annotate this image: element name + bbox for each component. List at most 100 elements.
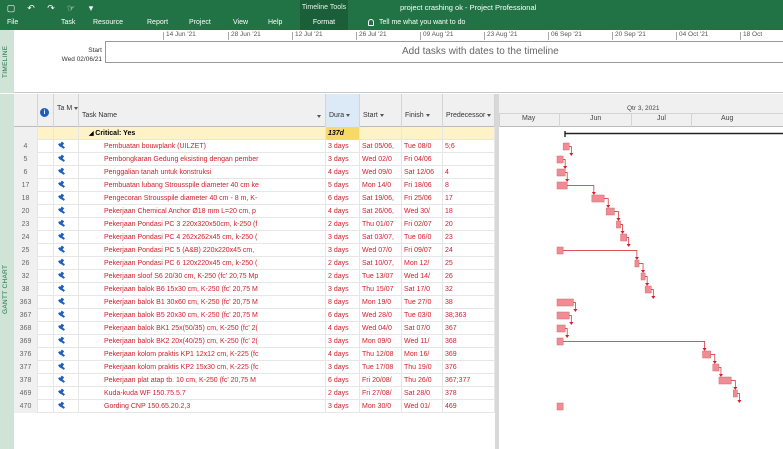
task-mode-cell[interactable] bbox=[54, 400, 79, 413]
task-bar[interactable] bbox=[620, 233, 627, 242]
duration-cell[interactable]: 4 days bbox=[326, 348, 360, 361]
task-row[interactable]: 377 Pekerjaan kolom praktis KP2 15x30 cm,… bbox=[14, 361, 495, 374]
task-mode-cell[interactable] bbox=[54, 244, 79, 257]
start-cell[interactable]: Sat 10/07, bbox=[360, 257, 402, 270]
finish-cell[interactable]: Wed 30/ bbox=[402, 205, 443, 218]
task-name-cell[interactable]: Penggalian tanah untuk konstruksi bbox=[79, 166, 326, 179]
finish-cell[interactable]: Wed 01/ bbox=[402, 400, 443, 413]
finish-cell[interactable]: Fri 25/06 bbox=[402, 192, 443, 205]
task-mode-cell[interactable] bbox=[54, 205, 79, 218]
finish-cell[interactable]: Sat 12/06 bbox=[402, 166, 443, 179]
task-mode-cell[interactable] bbox=[54, 140, 79, 153]
row-id-cell[interactable]: 377 bbox=[14, 361, 38, 374]
predecessors-cell[interactable]: 469 bbox=[443, 400, 495, 413]
task-name-cell[interactable]: Pekerjaan plat atap tb. 10 cm, K-250 (fc… bbox=[79, 374, 326, 387]
duration-cell[interactable]: 3 days bbox=[326, 244, 360, 257]
task-row[interactable]: 18 Pengecoran Strousspile diameter 40 cm … bbox=[14, 192, 495, 205]
task-bar[interactable] bbox=[556, 155, 564, 164]
start-cell[interactable]: Fri 27/08/ bbox=[360, 387, 402, 400]
task-name-cell[interactable]: Pekerjaan kolom praktis KP1 12x12 cm, K-… bbox=[79, 348, 326, 361]
predecessors-cell[interactable]: 38 bbox=[443, 296, 495, 309]
task-bar[interactable] bbox=[556, 246, 564, 255]
row-id-cell[interactable]: 23 bbox=[14, 218, 38, 231]
start-cell[interactable]: Thu 12/08 bbox=[360, 348, 402, 361]
start-cell[interactable]: Sat 05/06, bbox=[360, 140, 402, 153]
finish-cell[interactable]: Fri 18/06 bbox=[402, 179, 443, 192]
row-id-cell[interactable]: 20 bbox=[14, 205, 38, 218]
finish-cell[interactable]: Mon 12/ bbox=[402, 257, 443, 270]
task-bar[interactable] bbox=[733, 389, 738, 398]
task-name-cell[interactable]: Pekerjaan kolom praktis KP2 15x30 cm, K-… bbox=[79, 361, 326, 374]
duration-cell[interactable]: 6 days bbox=[326, 374, 360, 387]
finish-column-header[interactable]: Finish bbox=[402, 94, 443, 127]
start-cell[interactable]: Fri 20/08/ bbox=[360, 374, 402, 387]
duration-cell[interactable]: 6 days bbox=[326, 309, 360, 322]
duration-cell[interactable]: 2 days bbox=[326, 257, 360, 270]
task-mode-cell[interactable] bbox=[54, 335, 79, 348]
task-mode-cell[interactable] bbox=[54, 218, 79, 231]
duration-cell[interactable]: 3 days bbox=[326, 231, 360, 244]
start-cell[interactable]: Wed 28/0 bbox=[360, 309, 402, 322]
task-name-cell[interactable]: Pekerjaan balok BK2 20x(40/25) cm, K-250… bbox=[79, 335, 326, 348]
start-cell[interactable]: Sat 03/07, bbox=[360, 231, 402, 244]
predecessors-cell[interactable]: 367;377 bbox=[443, 374, 495, 387]
predecessors-cell[interactable] bbox=[443, 153, 495, 166]
task-row[interactable]: 32 Pekerjaan sloof S6 20/30 cm, K-250 (fc… bbox=[14, 270, 495, 283]
predecessors-cell[interactable]: 369 bbox=[443, 348, 495, 361]
task-mode-cell[interactable] bbox=[54, 270, 79, 283]
task-mode-cell[interactable] bbox=[54, 153, 79, 166]
row-id-cell[interactable]: 469 bbox=[14, 387, 38, 400]
task-row[interactable]: 25 Pekerjaan Pondasi PC 5 (A&B) 220x220x4… bbox=[14, 244, 495, 257]
summary-name-cell[interactable]: ◢ Critical: Yes bbox=[79, 127, 326, 140]
task-name-cell[interactable]: Pekerjaan balok B1 30x60 cm, K-250 (fc' … bbox=[79, 296, 326, 309]
duration-cell[interactable]: 2 days bbox=[326, 270, 360, 283]
predecessors-cell[interactable]: 17 bbox=[443, 192, 495, 205]
predecessors-cell[interactable]: 20 bbox=[443, 218, 495, 231]
finish-cell[interactable]: Sat 17/0 bbox=[402, 283, 443, 296]
duration-cell[interactable]: 6 days bbox=[326, 192, 360, 205]
finish-cell[interactable]: Tue 08/0 bbox=[402, 140, 443, 153]
task-row[interactable]: 363 Pekerjaan balok B1 30x60 cm, K-250 (f… bbox=[14, 296, 495, 309]
task-row[interactable]: 469 Kuda-kuda WF 150.75.5.7 2 days Fri 27/0… bbox=[14, 387, 495, 400]
task-name-cell[interactable]: Pengecoran Strousspile diameter 40 cm - … bbox=[79, 192, 326, 205]
task-bar[interactable] bbox=[718, 376, 732, 385]
row-id-cell[interactable]: 5 bbox=[14, 153, 38, 166]
task-bar[interactable] bbox=[556, 311, 570, 320]
predecessors-cell[interactable]: 368 bbox=[443, 335, 495, 348]
task-name-cell[interactable]: Pekerjaan Pondasi PC 5 (A&B) 220x220x45 … bbox=[79, 244, 326, 257]
task-row[interactable]: 376 Pekerjaan kolom praktis KP1 12x12 cm,… bbox=[14, 348, 495, 361]
row-id-cell[interactable]: 363 bbox=[14, 296, 38, 309]
row-id-cell[interactable]: 367 bbox=[14, 309, 38, 322]
tab-task[interactable]: Task bbox=[61, 15, 75, 30]
save-icon[interactable]: ▢ bbox=[6, 3, 16, 13]
task-bar[interactable] bbox=[562, 142, 570, 151]
row-id-cell[interactable] bbox=[14, 127, 38, 140]
duration-cell[interactable]: 8 days bbox=[326, 296, 360, 309]
task-name-cell[interactable]: Pekerjaan Pondasi PC 6 120x220x45 cm, k-… bbox=[79, 257, 326, 270]
timeline-bar[interactable]: Add tasks with dates to the timeline bbox=[105, 41, 783, 63]
duration-cell[interactable]: 3 days bbox=[326, 335, 360, 348]
task-name-cell[interactable]: Pembuatan lubang Strousspile diameter 40… bbox=[79, 179, 326, 192]
start-cell[interactable]: Sat 19/06, bbox=[360, 192, 402, 205]
task-name-column-header[interactable]: Task Name bbox=[79, 94, 326, 127]
task-mode-column-header[interactable]: Ta M bbox=[54, 94, 79, 127]
predecessors-cell[interactable]: 5;6 bbox=[443, 140, 495, 153]
task-name-cell[interactable]: Pekerjaan sloof S6 20/30 cm, K-250 (fc' … bbox=[79, 270, 326, 283]
summary-duration-cell[interactable]: 137d bbox=[326, 127, 360, 140]
task-mode-cell[interactable] bbox=[54, 374, 79, 387]
start-cell[interactable]: Wed 04/0 bbox=[360, 322, 402, 335]
task-row[interactable]: 5 Pembongkaran Gedung eksisting dengan pe… bbox=[14, 153, 495, 166]
tab-help[interactable]: Help bbox=[268, 15, 282, 30]
row-id-cell[interactable]: 24 bbox=[14, 231, 38, 244]
touch-mode-icon[interactable]: ☞ bbox=[66, 3, 76, 13]
task-name-cell[interactable]: Pekerjaan Pondasi PC 3 220x320x50cm, k-2… bbox=[79, 218, 326, 231]
finish-cell[interactable]: Sat 28/0 bbox=[402, 387, 443, 400]
task-row[interactable]: 24 Pekerjaan Pondasi PC 4 262x262x45 cm, … bbox=[14, 231, 495, 244]
duration-cell[interactable]: 3 days bbox=[326, 140, 360, 153]
task-bar[interactable] bbox=[591, 194, 605, 203]
select-all-cell[interactable] bbox=[14, 94, 38, 127]
row-id-cell[interactable]: 38 bbox=[14, 283, 38, 296]
start-cell[interactable]: Thu 01/07 bbox=[360, 218, 402, 231]
task-row[interactable]: 368 Pekerjaan balok BK1 25x(50/35) cm, K-… bbox=[14, 322, 495, 335]
predecessors-cell[interactable]: 26 bbox=[443, 270, 495, 283]
